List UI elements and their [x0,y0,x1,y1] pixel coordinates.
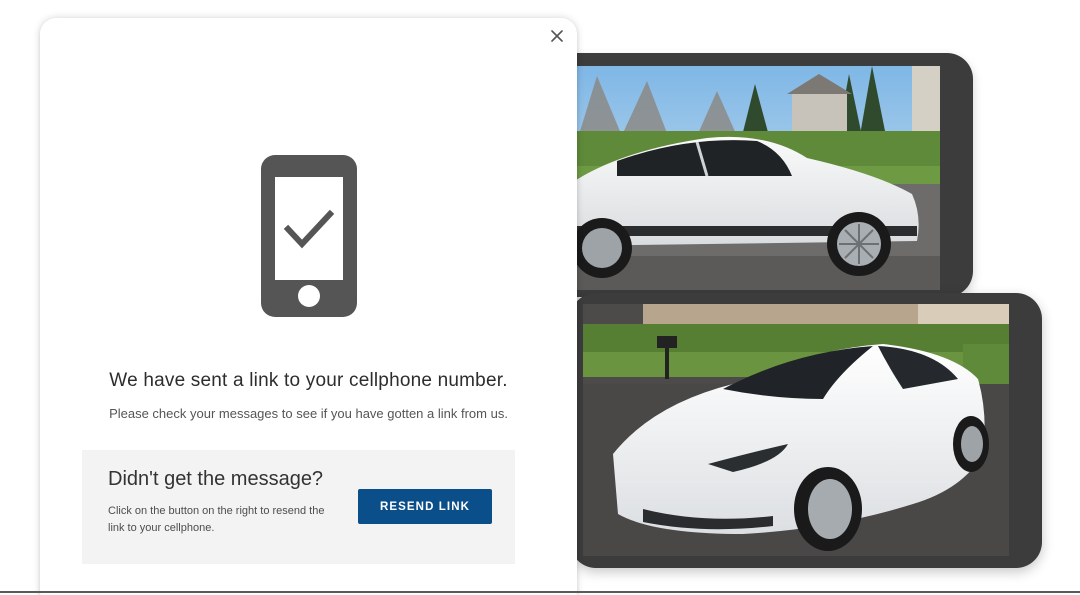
confirmation-subtext: Please check your messages to see if you… [109,406,508,421]
confirmation-heading: We have sent a link to your cellphone nu… [109,370,508,391]
resend-panel: Didn't get the message? Click on the but… [82,450,515,564]
page: We have sent a link to your cellphone nu… [0,0,1080,595]
phone-check-icon [261,155,357,317]
resend-description: Click on the button on the right to rese… [108,505,325,534]
link-sent-modal: We have sent a link to your cellphone nu… [40,18,577,595]
resend-link-button[interactable]: RESEND LINK [358,489,492,524]
divider [0,591,1080,593]
resend-title: Didn't get the message? [108,468,324,490]
close-icon [551,30,563,42]
car-photo-front [583,304,1009,556]
car-photo-side [577,66,940,290]
close-button[interactable] [547,26,567,46]
